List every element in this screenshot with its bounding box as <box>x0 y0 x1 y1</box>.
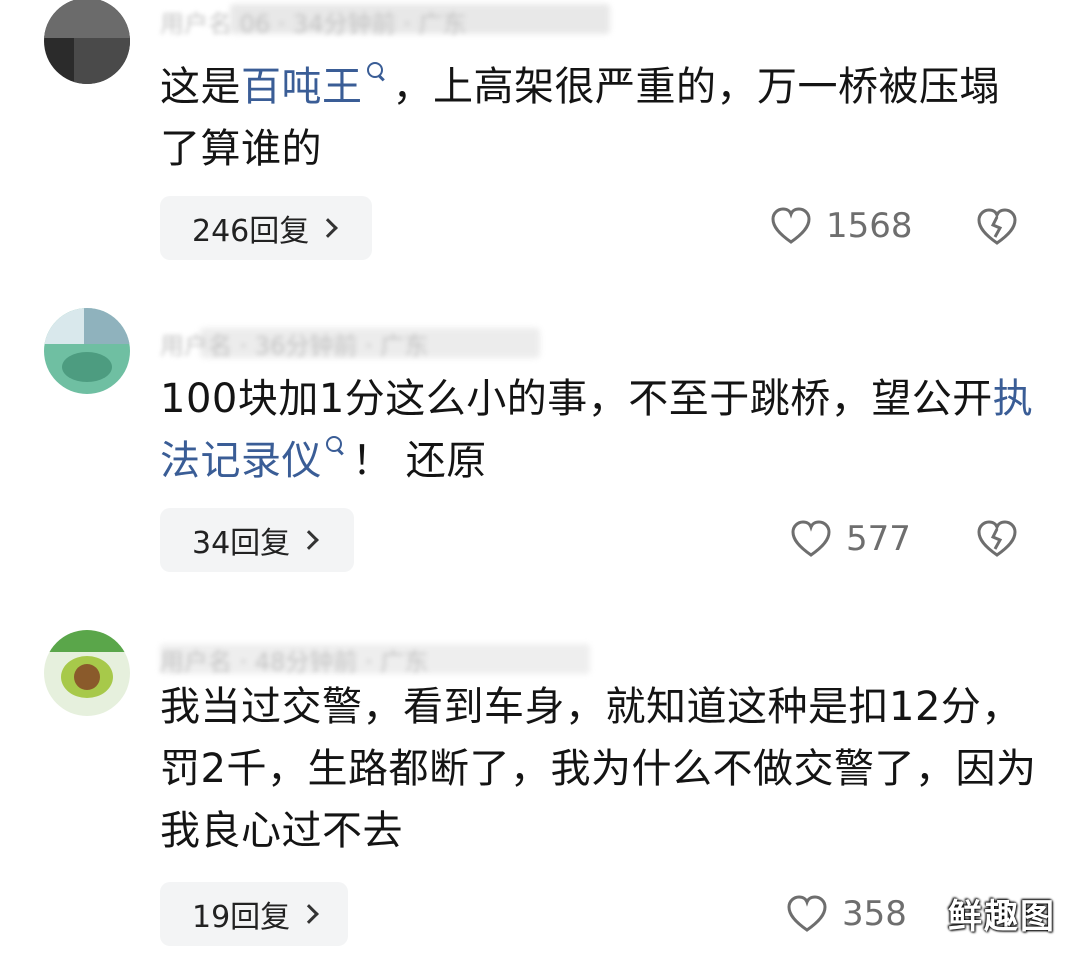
watermark: 鲜趣图 <box>948 897 1056 937</box>
broken-heart-icon[interactable] <box>976 520 1018 558</box>
search-link[interactable]: 百吨王 <box>241 64 363 110</box>
like-count: 577 <box>846 519 911 559</box>
like-count: 1568 <box>826 206 913 246</box>
comment-text: 这是百吨王 ，上高架很严重的，万一桥被压塌了算谁的 <box>160 56 1040 180</box>
avatar[interactable] <box>44 308 130 394</box>
replies-button[interactable]: 34回复 <box>160 508 354 572</box>
heart-icon <box>771 207 811 244</box>
heart-icon <box>787 895 827 932</box>
comment-meta: 用户名 · 36分钟前 · 广东 <box>160 332 429 360</box>
chevron-right-icon <box>299 530 320 550</box>
comment-text: 我当过交警，看到车身，就知道这种是扣12分，罚2千，生路都断了，我为什么不做交警… <box>160 684 1037 854</box>
heart-icon <box>791 520 831 557</box>
search-icon[interactable] <box>365 56 387 90</box>
like-button[interactable]: 577 <box>790 519 911 559</box>
replies-button[interactable]: 246回复 <box>160 196 372 260</box>
comment-meta: 用户名 · 48分钟前 · 广东 <box>160 648 429 676</box>
comment-meta: 用户名 06 · 34分钟前 · 广东 <box>160 10 467 38</box>
replies-button[interactable]: 19回复 <box>160 882 348 946</box>
chevron-right-icon <box>299 904 320 924</box>
avatar[interactable] <box>44 630 130 716</box>
search-icon[interactable] <box>324 430 346 464</box>
like-count: 358 <box>842 894 907 934</box>
avatar[interactable] <box>44 0 130 84</box>
comment-text: 100块加1分这么小的事，不至于跳桥，望公开执法记录仪！ 还原 <box>160 376 1034 484</box>
chevron-right-icon <box>318 218 339 238</box>
like-button[interactable]: 1568 <box>770 206 913 246</box>
like-button[interactable]: 358 <box>786 894 907 934</box>
broken-heart-icon[interactable] <box>976 208 1018 246</box>
